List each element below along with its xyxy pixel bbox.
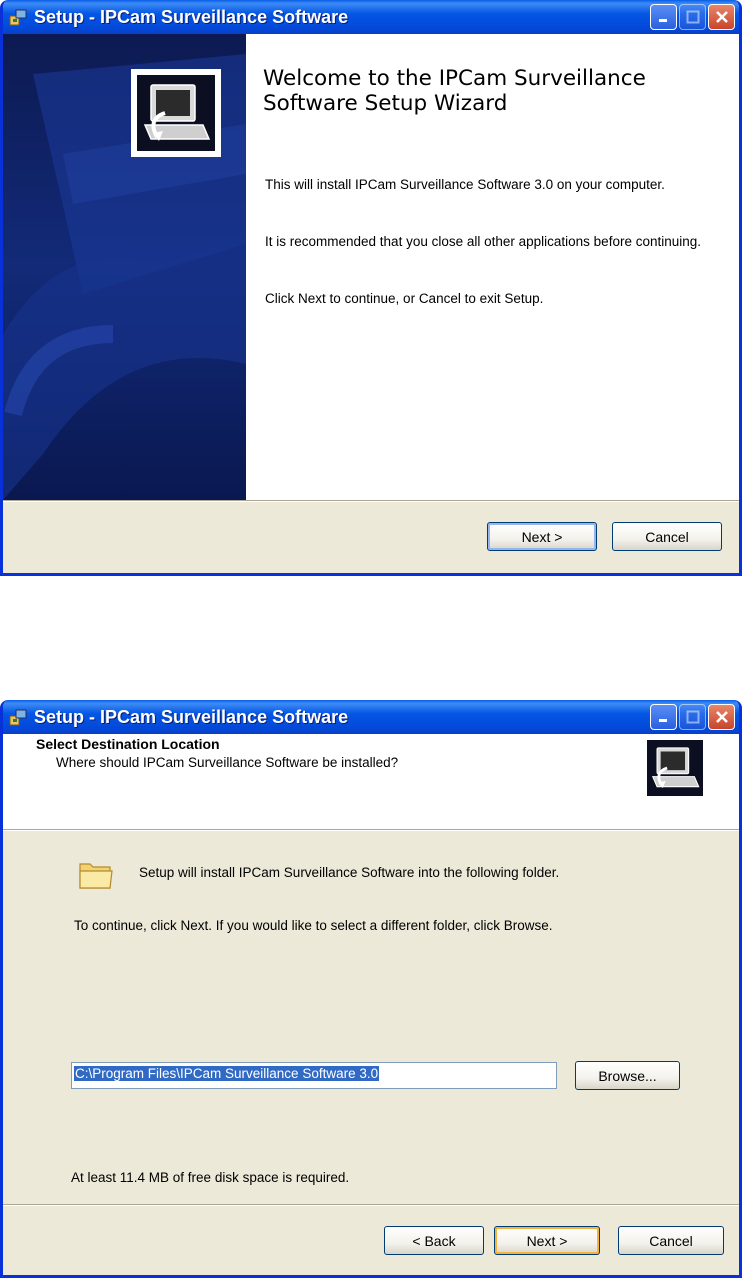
folder-icon	[79, 863, 113, 889]
install-description: This will install IPCam Surveillance Sof…	[265, 177, 665, 192]
folder-message: Setup will install IPCam Surveillance So…	[139, 865, 560, 880]
footer-divider	[3, 1204, 739, 1206]
close-button[interactable]	[708, 4, 735, 30]
maximize-icon	[686, 10, 699, 24]
page-header: Select Destination Location Where should…	[3, 734, 739, 829]
window-title: Setup - IPCam Surveillance Software	[34, 706, 349, 727]
window-title: Setup - IPCam Surveillance Software	[34, 6, 349, 27]
welcome-heading: Welcome to the IPCam Surveillance Softwa…	[263, 66, 646, 116]
disk-space-requirement: At least 11.4 MB of free disk space is r…	[71, 1170, 350, 1185]
footer-divider	[3, 500, 739, 502]
continue-instruction: Click Next to continue, or Cancel to exi…	[265, 291, 544, 306]
setup-logo-frame	[131, 69, 221, 157]
maximize-button	[679, 4, 706, 30]
close-button[interactable]	[708, 704, 735, 730]
minimize-button[interactable]	[650, 704, 677, 730]
computer-install-icon	[143, 84, 211, 141]
next-button[interactable]: Next >	[487, 522, 597, 551]
next-button[interactable]: Next >	[494, 1226, 600, 1255]
title-bar[interactable]: Setup - IPCam Surveillance Software	[3, 0, 739, 34]
setup-app-icon	[9, 709, 27, 726]
minimize-icon	[658, 19, 667, 22]
header-divider	[3, 829, 739, 831]
computer-install-icon	[651, 747, 700, 789]
browse-instruction: To continue, click Next. If you would li…	[74, 918, 553, 933]
close-icon	[715, 11, 728, 23]
cancel-button[interactable]: Cancel	[618, 1226, 724, 1255]
wizard-sidebar-image	[3, 34, 246, 500]
close-apps-recommendation: It is recommended that you close all oth…	[265, 234, 702, 249]
back-button[interactable]: < Back	[384, 1226, 484, 1255]
destination-window: Setup - IPCam Surveillance Software Sele…	[0, 700, 742, 1278]
maximize-button	[679, 704, 706, 730]
page-subtitle: Where should IPCam Surveillance Software…	[56, 755, 399, 770]
setup-app-icon	[9, 9, 27, 26]
install-path-field[interactable]: C:\Program Files\IPCam Surveillance Soft…	[71, 1062, 557, 1089]
title-bar[interactable]: Setup - IPCam Surveillance Software	[3, 700, 739, 734]
setup-logo	[647, 740, 703, 796]
install-path-value: C:\Program Files\IPCam Surveillance Soft…	[74, 1066, 380, 1081]
browse-button[interactable]: Browse...	[575, 1061, 680, 1090]
minimize-button[interactable]	[650, 4, 677, 30]
maximize-icon	[686, 710, 699, 724]
page-title: Select Destination Location	[36, 736, 220, 752]
minimize-icon	[658, 719, 667, 722]
welcome-window: Setup - IPCam Surveillance Software Welc…	[0, 0, 742, 576]
welcome-panel: Welcome to the IPCam Surveillance Softwa…	[246, 34, 739, 500]
close-icon	[715, 711, 728, 723]
cancel-button[interactable]: Cancel	[612, 522, 722, 551]
